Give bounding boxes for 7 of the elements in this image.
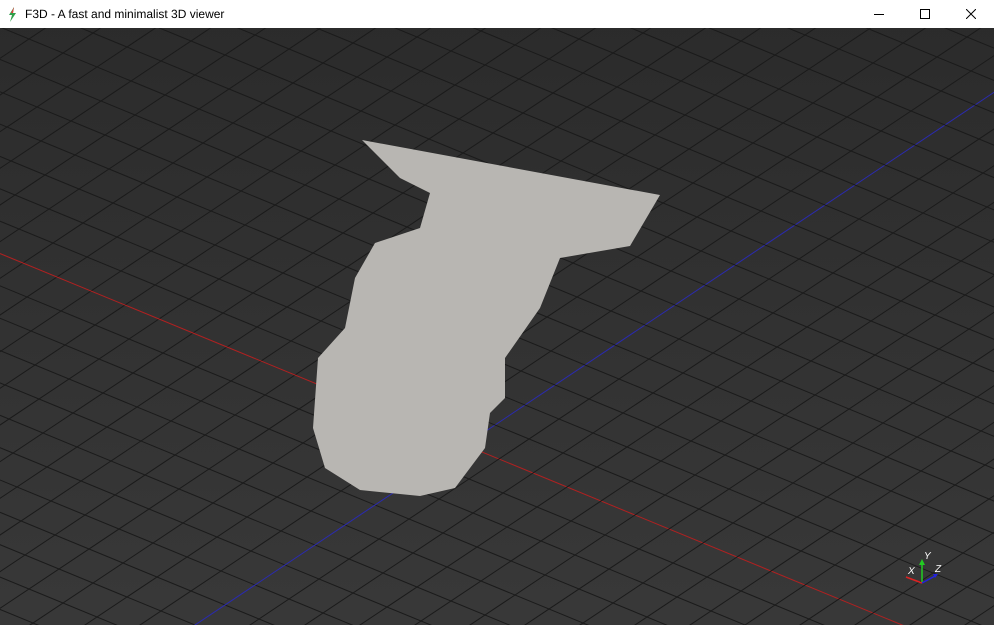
axis-label: Z xyxy=(935,564,942,575)
axis-label: X xyxy=(908,566,915,577)
close-icon xyxy=(966,9,976,19)
lightning-bolt-icon xyxy=(8,6,17,22)
axis-label: Y xyxy=(924,551,931,562)
maximize-icon xyxy=(920,9,930,19)
window-title: F3D - A fast and minimalist 3D viewer xyxy=(25,6,224,23)
